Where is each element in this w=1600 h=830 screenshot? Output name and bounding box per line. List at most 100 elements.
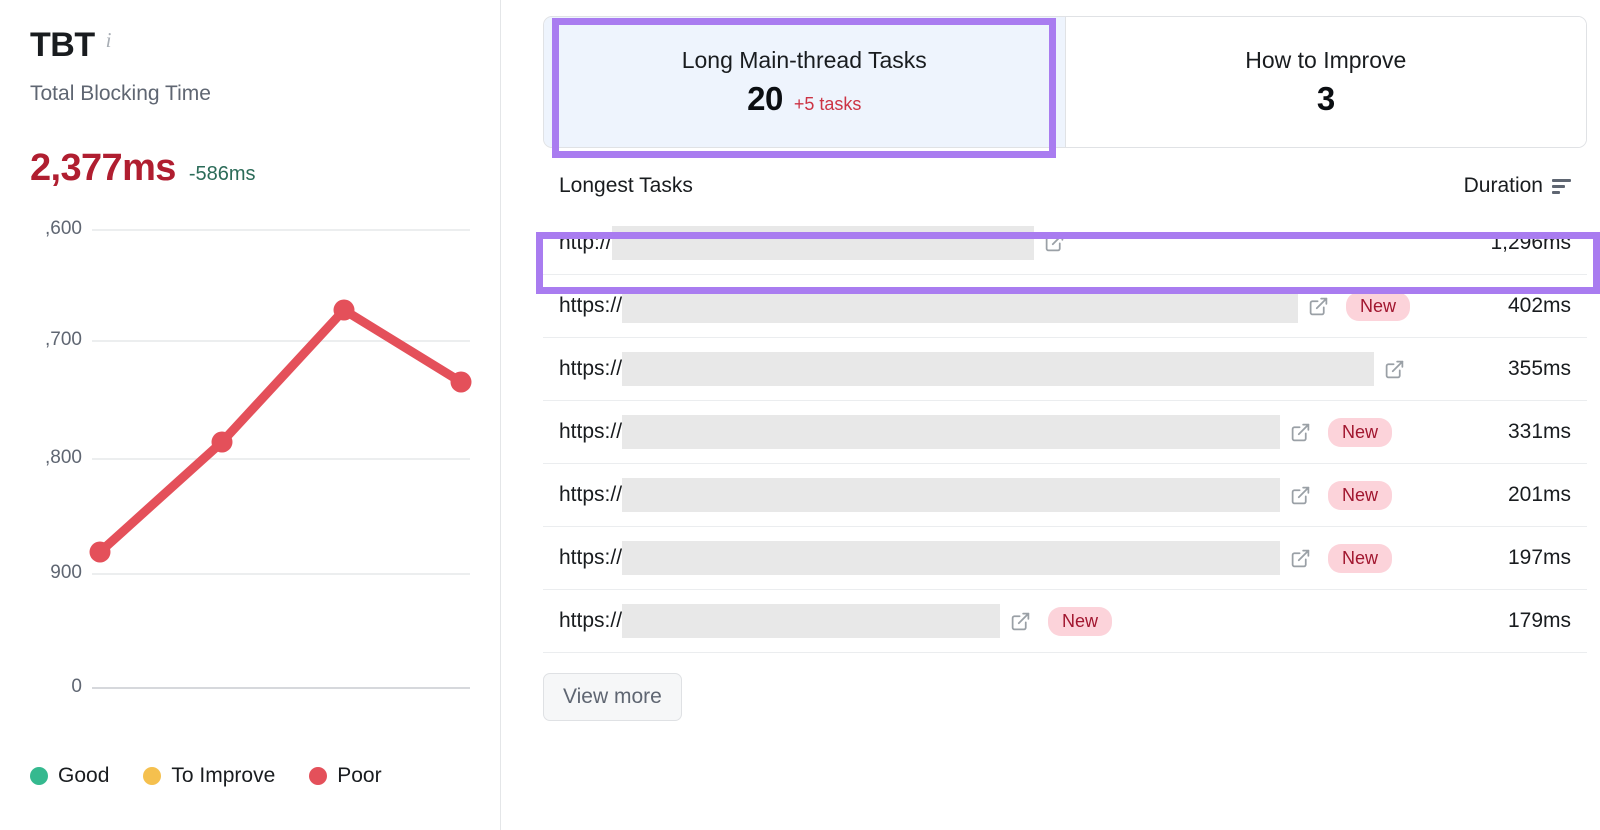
- url-scheme: https://: [559, 609, 622, 633]
- column-header-tasks: Longest Tasks: [559, 174, 693, 198]
- tab-long-main-thread-tasks[interactable]: Long Main-thread Tasks 20 +5 tasks: [544, 17, 1065, 147]
- chart-series-line: [100, 310, 461, 552]
- table-row[interactable]: http:// 1,296ms: [543, 211, 1587, 274]
- task-duration: 355ms: [1467, 357, 1571, 381]
- external-link-icon[interactable]: [1044, 232, 1065, 253]
- tab-count: 3: [1317, 80, 1335, 118]
- tbt-metric-panel: TBT i Total Blocking Time 2,377ms -586ms…: [0, 0, 1600, 830]
- detail-tabs: Long Main-thread Tasks 20 +5 tasks How t…: [543, 16, 1587, 148]
- url-scheme: https://: [559, 420, 622, 444]
- redacted-url-text: [622, 289, 1298, 323]
- table-row[interactable]: https:// New 402ms: [543, 274, 1587, 337]
- legend-item-poor: Poor: [309, 764, 381, 788]
- task-url[interactable]: https://: [559, 352, 1467, 386]
- status-badge: New: [1048, 607, 1112, 636]
- tab-metric: 3: [1317, 80, 1335, 118]
- task-duration: 402ms: [1467, 294, 1571, 318]
- sort-descending-icon[interactable]: [1552, 179, 1571, 194]
- legend-color-swatch: [30, 767, 48, 785]
- legend-color-swatch: [309, 767, 327, 785]
- legend-item-to-improve: To Improve: [143, 764, 275, 788]
- metric-value: 2,377ms: [30, 147, 176, 190]
- url-scheme: http://: [559, 231, 612, 255]
- table-header-row: Longest Tasks Duration: [543, 174, 1587, 211]
- url-scheme: https://: [559, 546, 622, 570]
- tab-title: How to Improve: [1245, 47, 1406, 74]
- view-more-container: View more: [543, 652, 1587, 721]
- redacted-url-text: [612, 226, 1034, 260]
- chart-data-point[interactable]: [334, 300, 355, 321]
- external-link-icon[interactable]: [1010, 611, 1031, 632]
- chart-legend: Good To Improve Poor: [30, 764, 382, 788]
- task-duration: 197ms: [1467, 546, 1571, 570]
- url-scheme: https://: [559, 357, 622, 381]
- task-url[interactable]: http://: [559, 226, 1467, 260]
- chart-data-point[interactable]: [90, 542, 111, 563]
- task-duration: 1,296ms: [1467, 231, 1571, 255]
- task-url[interactable]: https:// New: [559, 415, 1467, 449]
- legend-label: To Improve: [171, 764, 275, 788]
- external-link-icon[interactable]: [1290, 422, 1311, 443]
- tab-metric: 20 +5 tasks: [747, 80, 861, 118]
- table-row[interactable]: https:// New 331ms: [543, 400, 1587, 463]
- legend-color-swatch: [143, 767, 161, 785]
- metric-value-row: 2,377ms -586ms: [30, 147, 500, 190]
- metric-abbreviation: TBT: [30, 26, 95, 65]
- longest-tasks-table: Longest Tasks Duration http://1,296mshtt…: [543, 174, 1587, 721]
- task-duration: 201ms: [1467, 483, 1571, 507]
- details-panel: Long Main-thread Tasks 20 +5 tasks How t…: [501, 0, 1600, 830]
- column-header-duration[interactable]: Duration: [1464, 174, 1571, 198]
- tab-count: 20: [747, 80, 783, 118]
- metric-summary-panel: TBT i Total Blocking Time 2,377ms -586ms…: [0, 0, 501, 830]
- task-url[interactable]: https:// New: [559, 604, 1467, 638]
- task-duration: 331ms: [1467, 420, 1571, 444]
- status-badge: New: [1346, 292, 1410, 321]
- legend-label: Poor: [337, 764, 381, 788]
- redacted-url-text: [622, 604, 1000, 638]
- y-axis-tick-label: ,600: [4, 218, 82, 240]
- table-row[interactable]: https:// 355ms: [543, 337, 1587, 400]
- task-url[interactable]: https:// New: [559, 289, 1467, 323]
- redacted-url-text: [622, 541, 1280, 575]
- table-row[interactable]: https:// New 179ms: [543, 589, 1587, 652]
- legend-label: Good: [58, 764, 109, 788]
- tab-how-to-improve[interactable]: How to Improve 3: [1065, 17, 1587, 147]
- y-axis-tick-label: ,700: [4, 329, 82, 351]
- external-link-icon[interactable]: [1290, 548, 1311, 569]
- legend-item-good: Good: [30, 764, 109, 788]
- url-scheme: https://: [559, 294, 622, 318]
- metric-delta: -586ms: [189, 163, 256, 186]
- status-badge: New: [1328, 481, 1392, 510]
- chart-data-points[interactable]: [90, 300, 472, 563]
- table-row[interactable]: https:// New 197ms: [543, 526, 1587, 589]
- tbt-trend-chart: ,600 ,700 ,800 900 0: [30, 208, 500, 693]
- metric-header: TBT i: [30, 26, 500, 65]
- status-badge: New: [1328, 418, 1392, 447]
- y-axis-tick-label: 0: [4, 676, 82, 698]
- tab-title: Long Main-thread Tasks: [682, 47, 927, 74]
- chart-gridlines: [92, 230, 470, 688]
- task-url[interactable]: https:// New: [559, 541, 1467, 575]
- view-more-button[interactable]: View more: [543, 673, 682, 721]
- table-row[interactable]: https:// New 201ms: [543, 463, 1587, 526]
- tab-subcount: +5 tasks: [794, 94, 862, 115]
- redacted-url-text: [622, 415, 1280, 449]
- chart-data-point[interactable]: [212, 432, 233, 453]
- chart-data-point[interactable]: [451, 372, 472, 393]
- external-link-icon[interactable]: [1308, 296, 1329, 317]
- column-header-duration-label: Duration: [1464, 174, 1543, 198]
- task-url[interactable]: https:// New: [559, 478, 1467, 512]
- chart-plot-area: [30, 208, 500, 693]
- y-axis-tick-label: ,800: [4, 447, 82, 469]
- external-link-icon[interactable]: [1384, 359, 1405, 380]
- info-icon[interactable]: i: [106, 30, 112, 51]
- url-scheme: https://: [559, 483, 622, 507]
- status-badge: New: [1328, 544, 1392, 573]
- task-duration: 179ms: [1467, 609, 1571, 633]
- metric-full-name: Total Blocking Time: [30, 82, 500, 106]
- y-axis-tick-label: 900: [4, 562, 82, 584]
- redacted-url-text: [622, 478, 1280, 512]
- external-link-icon[interactable]: [1290, 485, 1311, 506]
- redacted-url-text: [622, 352, 1374, 386]
- table-body: http:// 1,296ms https:// New 402ms https:// 35…: [543, 211, 1587, 652]
